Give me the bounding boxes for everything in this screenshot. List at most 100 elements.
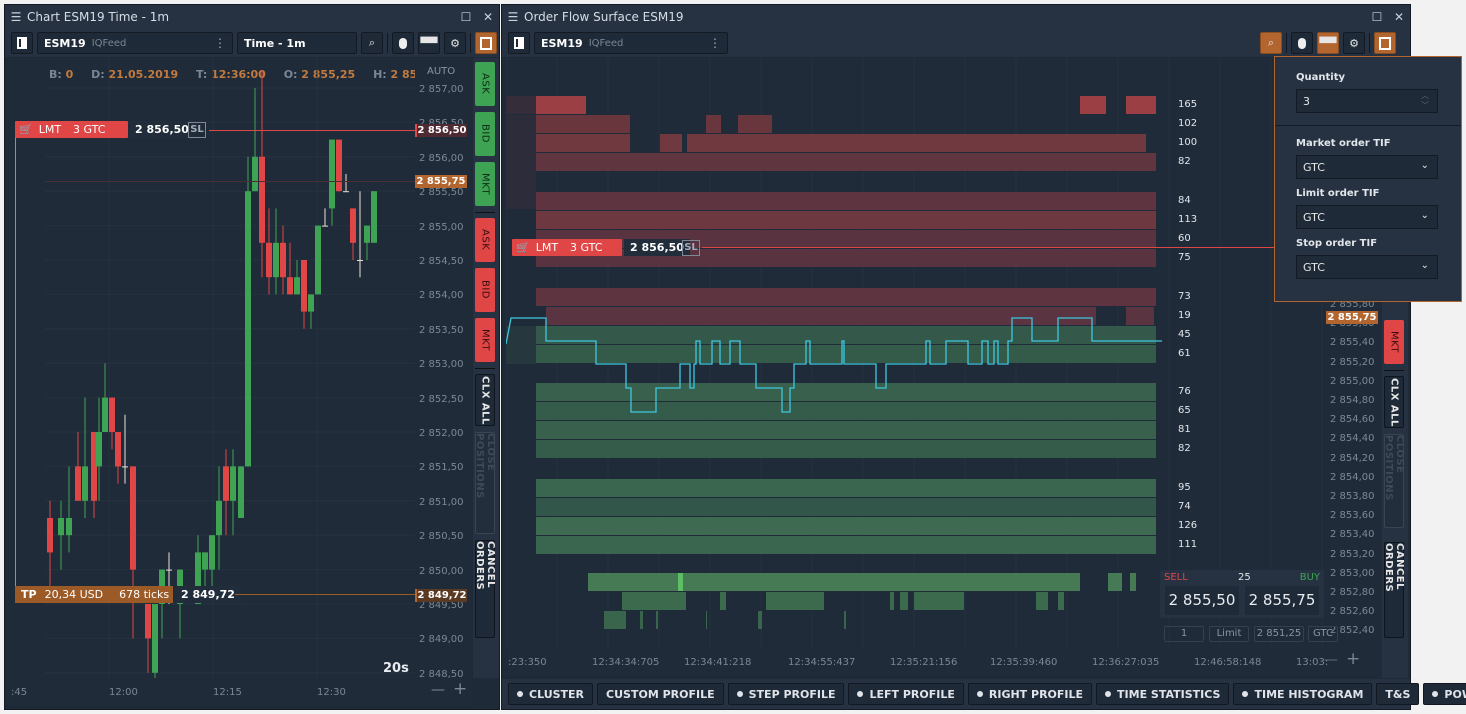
maximize-icon[interactable]: ☐: [455, 10, 477, 24]
limit-order-label[interactable]: 🛒 LMT 3 GTC: [15, 121, 128, 138]
panel-toggle-button[interactable]: [508, 32, 530, 54]
hamburger-menu-icon[interactable]: ☰: [502, 10, 524, 24]
price-scale[interactable]: AUTO 2 857,002 856,502 856,002 855,502 8…: [415, 58, 471, 680]
order-qty-tif: 3 GTC: [570, 241, 603, 254]
price-field[interactable]: 2 851,25: [1254, 626, 1304, 642]
candle-body: [75, 466, 81, 501]
price-tick: 2 853,50: [419, 324, 464, 336]
tab-cluster[interactable]: CLUSTER: [508, 683, 594, 705]
candlestick-chart[interactable]: B: 0 D: 21.05.2019 T: 12:36:00 O: 2 855,…: [9, 58, 415, 678]
price-tick: 2 852,60: [1330, 606, 1375, 618]
zoom-out-button[interactable]: —: [431, 682, 445, 698]
stop-tif-select[interactable]: GTC ⌄: [1296, 255, 1438, 279]
ask-liquidity-cell: [506, 115, 536, 209]
take-profit-label[interactable]: TP 20,34 USD 678 ticks: [15, 586, 173, 603]
spinner-icon[interactable]: ︿ ﹀: [1421, 91, 1429, 111]
tab-custom-profile[interactable]: CUSTOM PROFILE: [597, 683, 724, 705]
buy-bid-button[interactable]: BID: [475, 112, 495, 156]
close-icon[interactable]: ✕: [1388, 10, 1410, 24]
mouse-icon: [399, 37, 407, 49]
cancel-orders-button[interactable]: CANCEL ORDERS: [1383, 542, 1405, 638]
stop-loss-button[interactable]: SL: [682, 240, 700, 256]
tab-right-profile[interactable]: RIGHT PROFILE: [967, 683, 1093, 705]
settings-button[interactable]: ⚙: [1343, 32, 1365, 54]
cart-icon: 🛒: [19, 123, 33, 136]
timeframe-selector[interactable]: Time - 1m: [237, 32, 357, 54]
symbol-selector[interactable]: ESM19 IQFeed ⋮: [37, 32, 233, 54]
trading-button[interactable]: ▀▀: [418, 32, 440, 54]
more-icon[interactable]: ⋮: [709, 36, 721, 50]
cancel-orders-button[interactable]: CANCEL ORDERS: [474, 540, 496, 638]
tab-t-s[interactable]: T&S: [1376, 683, 1420, 705]
more-icon[interactable]: ⋮: [214, 36, 226, 50]
sell-market-button[interactable]: MKT: [475, 318, 495, 362]
limit-tif-select[interactable]: GTC ⌄: [1296, 205, 1438, 229]
buy-market-button[interactable]: MKT: [475, 162, 495, 206]
buy-ask-button[interactable]: ASK: [475, 62, 495, 106]
hamburger-menu-icon[interactable]: ☰: [5, 10, 27, 24]
mouse-mode-button[interactable]: [1291, 32, 1313, 54]
quantity-field[interactable]: 1: [1164, 626, 1204, 642]
divider: [1286, 33, 1287, 53]
tab-label: T&S: [1385, 687, 1411, 701]
tif-field[interactable]: GTC: [1308, 626, 1338, 642]
tab-label: TIME STATISTICS: [1117, 687, 1221, 701]
close-positions-button[interactable]: CLOSE POSITIONS: [1383, 434, 1405, 528]
chart-titlebar: ☰ Chart ESM19 Time - 1m ☐ ✕: [5, 5, 499, 29]
time-axis[interactable]: :45 12:00 12:15 12:30 — +: [9, 678, 471, 706]
symbol-name: ESM19: [44, 36, 86, 50]
tp-price[interactable]: 2 849,72: [175, 586, 241, 603]
panel-icon: [17, 37, 27, 49]
price-tick: 2 850,50: [419, 531, 464, 543]
zoom-in-button[interactable]: +: [453, 679, 467, 699]
side-panel-button[interactable]: [475, 32, 497, 54]
limit-order-price[interactable]: 2 856,50: [129, 121, 195, 138]
tab-left-profile[interactable]: LEFT PROFILE: [848, 683, 964, 705]
search-indicator-button[interactable]: ⌕: [361, 32, 383, 54]
zoom-in-button[interactable]: +: [1346, 649, 1360, 669]
trading-button[interactable]: ▀▀: [1317, 32, 1339, 54]
stop-loss-button[interactable]: SL: [188, 122, 206, 138]
settings-button[interactable]: ⚙: [444, 32, 466, 54]
mouse-mode-button[interactable]: [392, 32, 414, 54]
order-type-field[interactable]: Limit: [1209, 626, 1249, 642]
sell-bid-button[interactable]: BID: [475, 268, 495, 312]
orderflow-toolbar: ESM19 IQFeed ⋮ ⌕ ▀▀ ⚙: [502, 29, 1410, 57]
time-axis[interactable]: — + :23:350 12:34:34:705 12:34:41:218 12:34…: [506, 648, 1382, 676]
candle-body: [357, 260, 363, 261]
market-tif-select[interactable]: GTC ⌄: [1296, 155, 1438, 179]
quantity-input[interactable]: 3 ︿ ﹀: [1296, 89, 1438, 113]
enabled-dot-icon: [517, 691, 523, 697]
auto-scale-button[interactable]: AUTO: [427, 66, 455, 77]
tab-power-trades[interactable]: POWER TRADES: [1423, 683, 1466, 705]
limit-order-price[interactable]: 2 856,50: [624, 239, 690, 256]
symbol-selector[interactable]: ESM19 IQFeed ⋮: [534, 32, 728, 54]
price-tick: 2 851,00: [419, 496, 464, 508]
buy-button[interactable]: 2 855,75: [1245, 586, 1319, 615]
enabled-dot-icon: [976, 691, 983, 697]
bid-liquidity-cell: [536, 479, 1156, 497]
tab-step-profile[interactable]: STEP PROFILE: [727, 683, 845, 705]
cancel-all-button[interactable]: CLX ALL: [1384, 376, 1404, 428]
tab-time-statistics[interactable]: TIME STATISTICS: [1096, 683, 1230, 705]
orderflow-heatmap[interactable]: 165 102 100 82 84 113 60 75 73 19 45 61 76 65 81 82 95 74…: [506, 58, 1326, 648]
tab-time-histogram[interactable]: TIME HISTOGRAM: [1233, 683, 1373, 705]
maximize-icon[interactable]: ☐: [1366, 10, 1388, 24]
enabled-dot-icon: [857, 691, 864, 697]
sell-button[interactable]: 2 855,50: [1165, 586, 1239, 615]
sell-ask-button[interactable]: ASK: [475, 218, 495, 262]
sell-market-button[interactable]: MKT: [1384, 320, 1404, 364]
limit-price-tag: 2 856,50: [415, 124, 467, 137]
limit-order-label[interactable]: 🛒 LMT 3 GTC: [512, 239, 622, 256]
search-indicator-button[interactable]: ⌕: [1260, 32, 1282, 54]
close-icon[interactable]: ✕: [477, 10, 499, 24]
cancel-all-button[interactable]: CLX ALL: [475, 374, 495, 426]
close-positions-button[interactable]: CLOSE POSITIONS: [474, 432, 496, 534]
ask-liquidity-cell: [536, 153, 1156, 171]
candle-body: [238, 466, 244, 518]
cart-icon: 🛒: [516, 241, 530, 254]
panel-toggle-button[interactable]: [11, 32, 33, 54]
side-panel-button[interactable]: [1374, 32, 1396, 54]
order-qty-tif: 3 GTC: [73, 123, 106, 136]
interval-timer: 20s: [383, 661, 409, 676]
